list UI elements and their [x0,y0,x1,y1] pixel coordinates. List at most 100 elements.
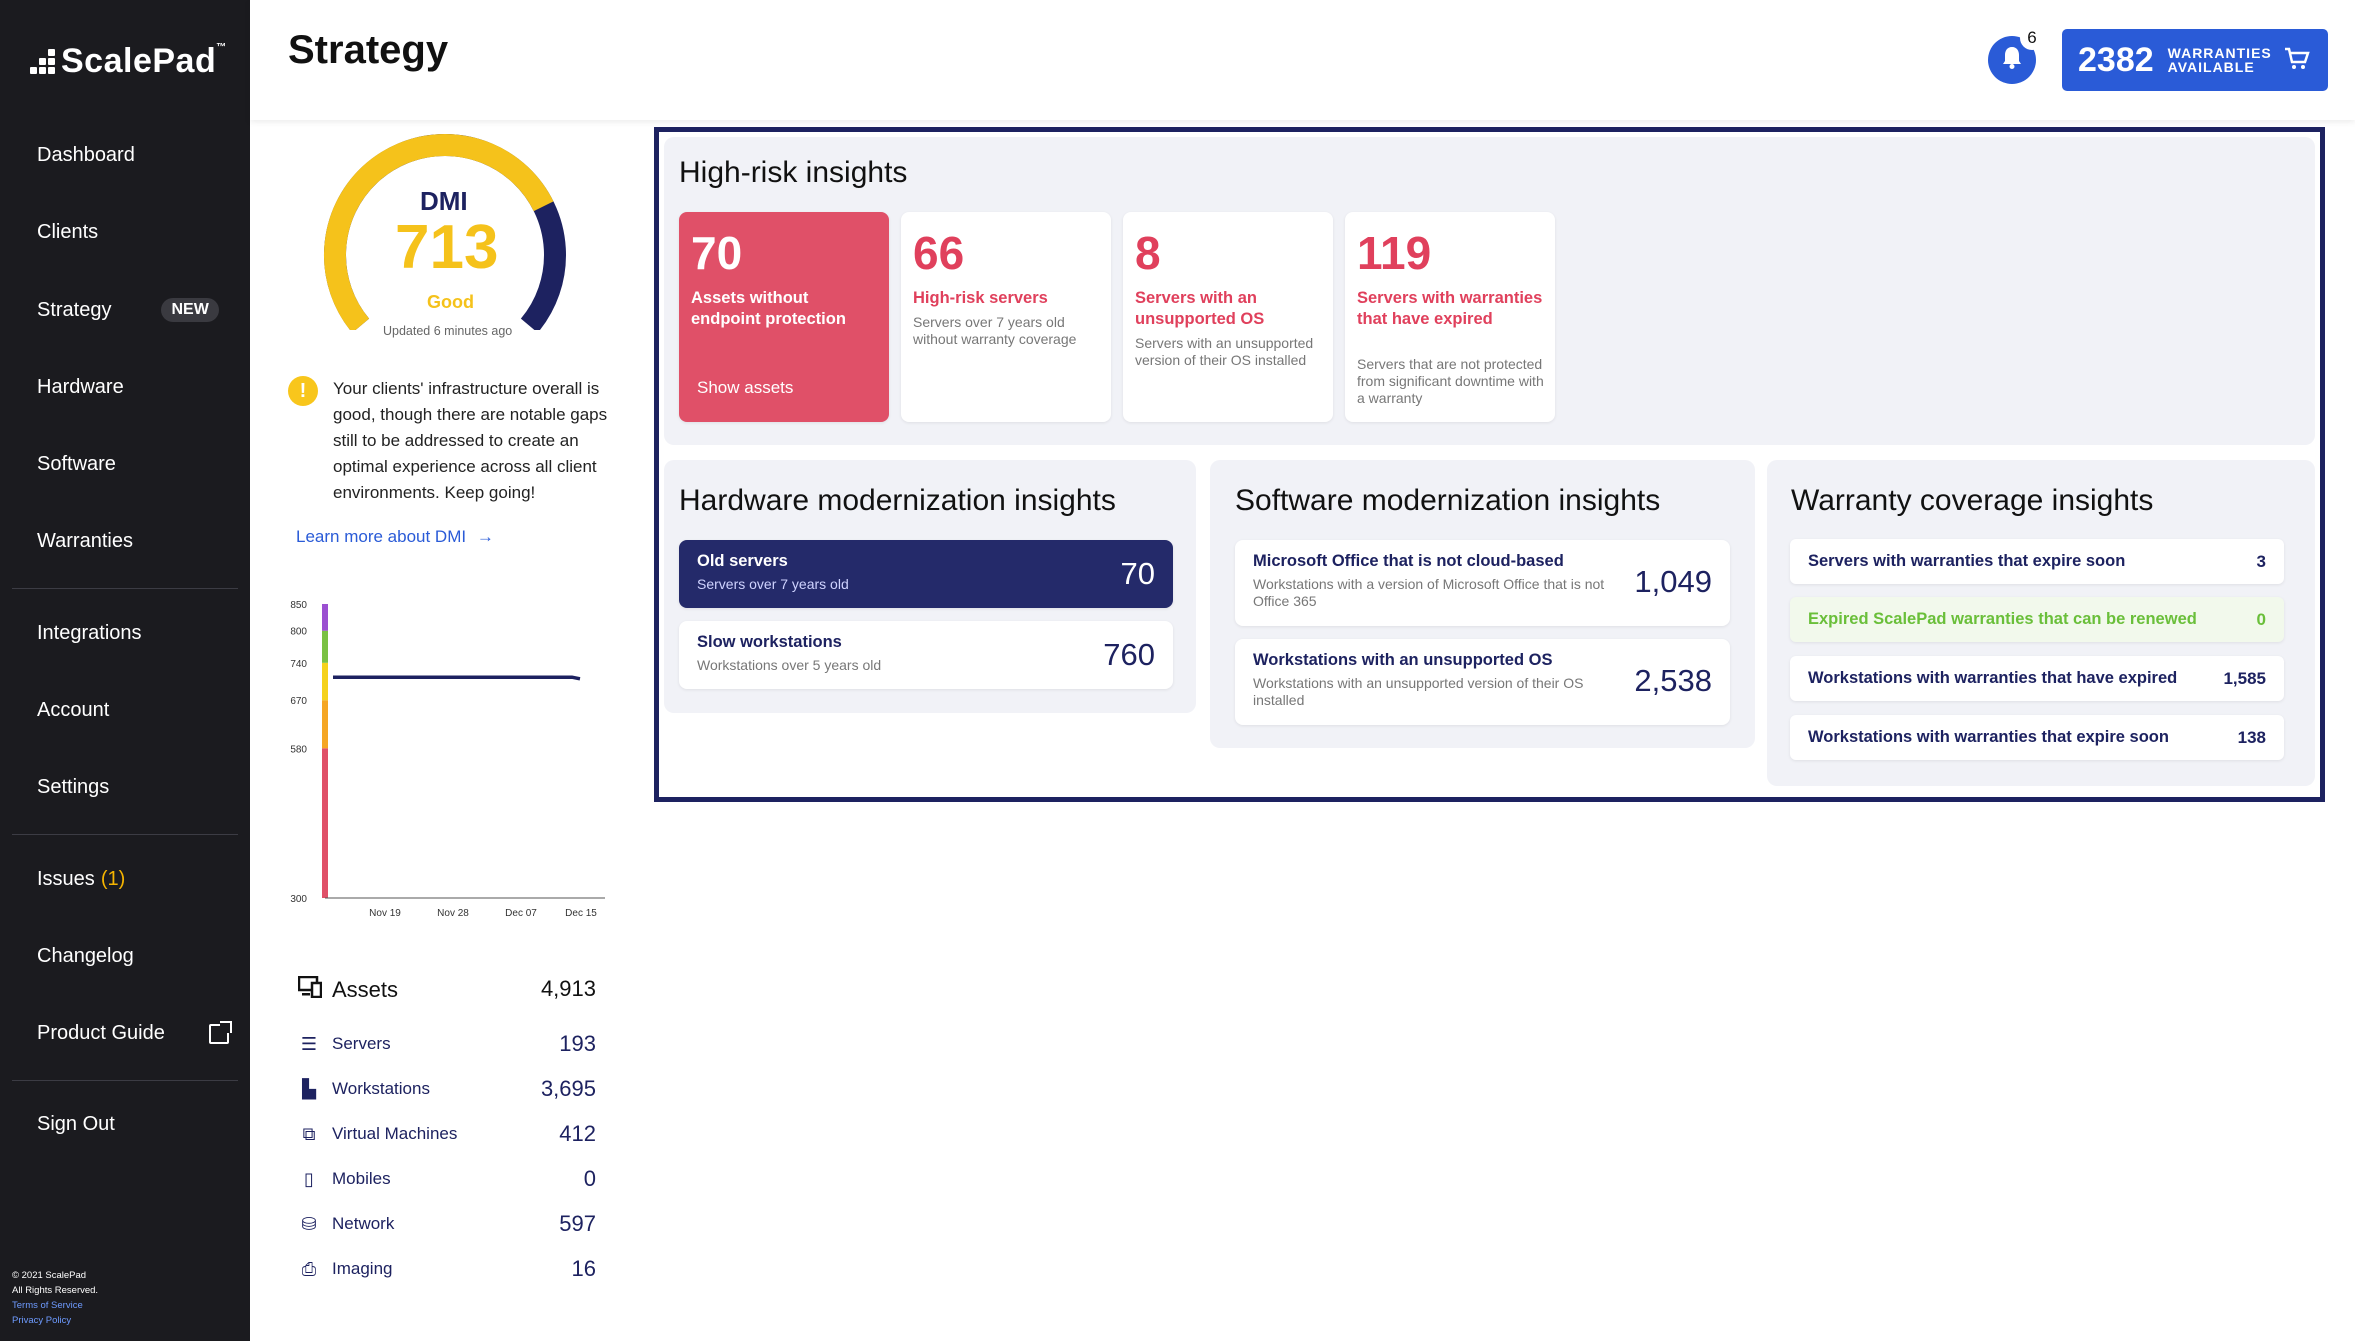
y-tick-label-3: 670 [290,696,307,707]
software-row-unsupported-os[interactable]: Workstations with an unsupported OS Work… [1235,639,1730,725]
sidebar-item-sign-out[interactable]: Sign Out [37,1113,115,1136]
warranty-row-renewable[interactable]: Expired ScalePad warranties that can be … [1790,597,2284,642]
asset-row-servers[interactable]: ☰ Servers 193 [298,1031,596,1057]
sidebar-item-issues[interactable]: Issues (1) [37,868,125,891]
warranties-available-button[interactable]: 2382 WARRANTIES AVAILABLE [2062,29,2328,91]
sidebar-item-product-guide[interactable]: Product Guide [37,1020,232,1045]
score-band-2 [322,662,328,701]
asset-label: Network [332,1214,395,1233]
card-number: 8 [1135,227,1161,279]
y-tick-label-2: 740 [290,659,307,670]
nav-divider [12,1080,238,1081]
card-subtitle: Servers that are not protected from sign… [1357,356,1544,406]
learn-more-dmi-link[interactable]: Learn more about DMI → [296,527,494,547]
y-tick-label-0: 850 [290,600,307,611]
software-row-office[interactable]: Microsoft Office that is not cloud-based… [1235,540,1730,626]
sidebar-item-account[interactable]: Account [37,699,109,722]
card-title: Assets without endpoint protection [691,289,846,328]
cart-icon [2284,47,2310,78]
external-link-icon [208,1020,232,1044]
score-band-0 [322,748,328,898]
dmi-status: Good [427,292,474,312]
nav-divider [12,834,238,835]
asset-value: 412 [559,1121,596,1146]
high-risk-card-expired[interactable]: 119 Servers with warranties that have ex… [1345,212,1555,422]
sidebar-item-label: Integrations [37,622,142,644]
row-subtitle: Workstations with an unsupported version… [1253,675,1584,708]
row-value: 1,049 [1634,564,1712,599]
card-title: Servers with an unsupported OS [1135,289,1265,328]
asset-row-virtual-machines[interactable]: ⧉ Virtual Machines 412 [298,1121,596,1147]
row-value: 2,538 [1634,663,1712,698]
high-risk-card-unsupported-os[interactable]: 8 Servers with an unsupported OS Servers… [1123,212,1333,422]
notifications-button[interactable]: 6 [1988,26,2044,84]
sidebar-item-software[interactable]: Software [37,453,116,476]
asset-row-mobiles[interactable]: ▯ Mobiles 0 [298,1166,596,1192]
virtual-machine-icon: ⧉ [302,1123,316,1144]
header: Strategy 6 2382 WARRANTIES AVAILABLE [250,0,2355,120]
asset-value: 3,695 [540,1076,596,1101]
asset-row-workstations[interactable]: ▙ Workstations 3,695 [298,1076,596,1102]
sidebar-item-dashboard[interactable]: Dashboard [37,144,135,167]
hardware-row-slow-workstations[interactable]: Slow workstations Workstations over 5 ye… [679,621,1173,689]
warning-icon: ! [288,376,318,406]
sidebar-item-label: Hardware [37,376,124,398]
sidebar-item-label: Dashboard [37,144,135,166]
assets-total: 4,913 [540,976,596,1001]
card-number: 70 [691,227,743,279]
show-assets-link[interactable]: Show assets [697,378,793,398]
privacy-link[interactable]: Privacy Policy [12,1313,98,1328]
asset-label: Mobiles [332,1169,391,1188]
assets-header: Assets 4,913 [297,975,596,1004]
score-band-4 [322,604,328,631]
score-band-1 [322,700,328,749]
warranties-label: WARRANTIES AVAILABLE [2167,45,2272,75]
dmi-history-chart: 850 800 740 670 580 300 Nov 19 Nov 28 Dec 07 Dec … [290,600,605,919]
assets-icon [297,975,323,1004]
row-label: Servers with warranties that expire soon [1808,552,2126,570]
hardware-title: Hardware modernization insights [679,484,1116,517]
terms-link[interactable]: Terms of Service [12,1298,98,1313]
logo-text: ScalePad™ [61,42,227,80]
dmi-value: 713 [395,213,499,282]
warranty-row-servers-expire-soon[interactable]: Servers with warranties that expire soon… [1790,539,2284,584]
sidebar-item-warranties[interactable]: Warranties [37,530,133,553]
row-value: 3 [2256,551,2266,571]
sidebar-item-integrations[interactable]: Integrations [37,622,142,645]
y-tick-label-4: 580 [290,744,307,755]
nav-divider [12,588,238,589]
arrow-right-icon: → [476,527,494,546]
sidebar-item-changelog[interactable]: Changelog [37,945,134,968]
asset-label: Workstations [332,1079,430,1098]
y-tick-label-1: 800 [290,627,307,638]
card-title: Servers with warranties that have expire… [1357,289,1543,328]
hardware-row-old-servers[interactable]: Old servers Servers over 7 years old 70 [679,540,1173,608]
sidebar-item-label: Sign Out [37,1113,115,1135]
sidebar-item-label: Settings [37,776,110,798]
row-label: Expired ScalePad warranties that can be … [1808,610,2197,628]
asset-row-imaging[interactable]: ⎙ Imaging 16 [298,1256,596,1282]
learn-more-label: Learn more about DMI [296,527,467,546]
printer-icon: ⎙ [301,1258,317,1279]
sidebar-item-clients[interactable]: Clients [37,221,98,244]
sidebar-item-settings[interactable]: Settings [37,776,109,799]
row-title: Slow workstations [697,633,842,651]
sidebar-item-label: Changelog [37,945,134,967]
card-number: 119 [1357,227,1432,279]
card-subtitle: Servers with an unsupported version of t… [1135,335,1314,368]
high-risk-card-servers[interactable]: 66 High-risk servers Servers over 7 year… [901,212,1111,422]
assets-label: Assets [332,977,399,1002]
sidebar-item-strategy[interactable]: Strategy NEW [37,298,219,322]
sidebar-item-hardware[interactable]: Hardware [37,376,124,399]
rights-text: All Rights Reserved. [12,1285,99,1296]
asset-row-network[interactable]: ⛁ Network 597 [298,1211,596,1237]
sidebar-item-label: Software [37,453,116,475]
sidebar-item-label: Issues [37,868,95,890]
x-tick-label-1: Nov 28 [437,908,469,919]
warranty-row-workstations-expire-soon[interactable]: Workstations with warranties that expire… [1790,715,2284,760]
scalepad-logo[interactable]: ScalePad™ [30,42,227,81]
high-risk-card-endpoint[interactable]: 70 Assets without endpoint protection Sh… [679,212,889,422]
asset-label: Virtual Machines [332,1124,458,1143]
warranty-row-workstations-expired[interactable]: Workstations with warranties that have e… [1790,656,2284,701]
asset-value: 193 [559,1031,596,1056]
